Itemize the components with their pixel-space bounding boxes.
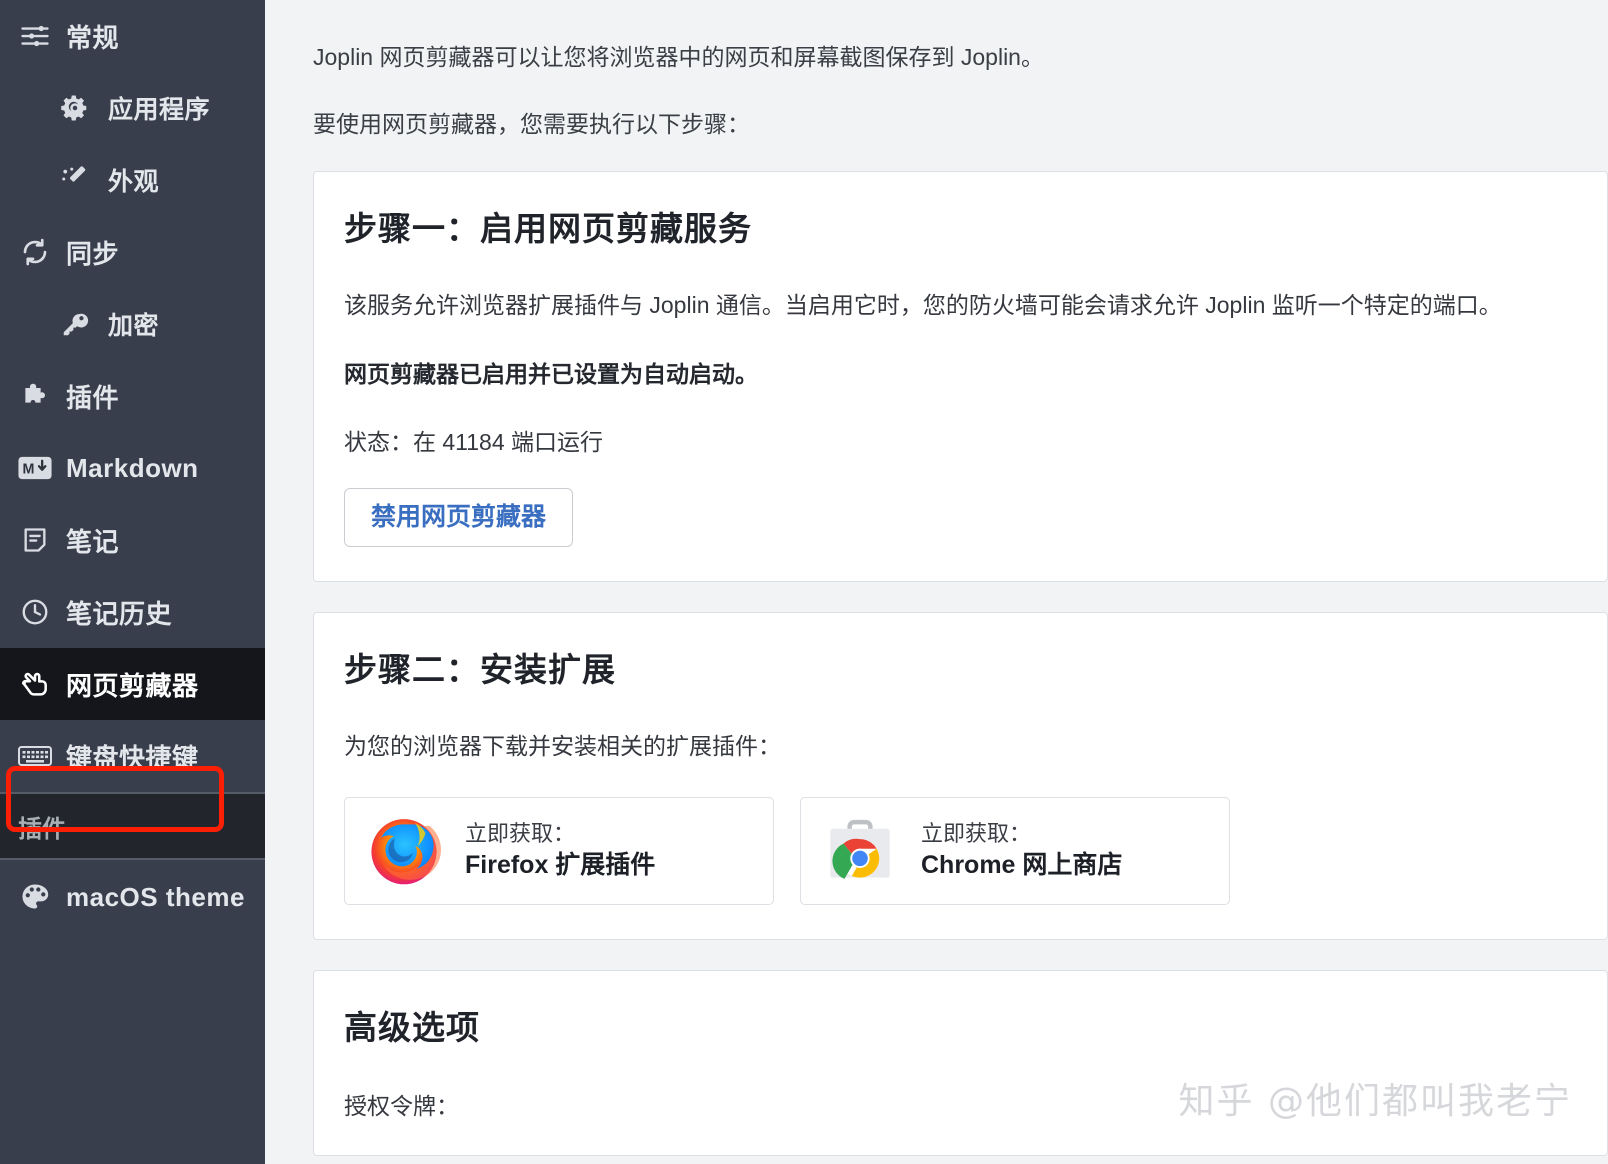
sidebar-item-label: macOS theme xyxy=(66,881,245,912)
settings-window: 常规 应用程序 外观 同步 加密 插件 M Markdown 笔记 笔记历史 网… xyxy=(0,0,1608,1164)
note-icon xyxy=(18,526,52,554)
sidebar-item-label: 插件 xyxy=(66,382,120,413)
step-one-enabled-status: 网页剪藏器已启用并已设置为自动启动。 xyxy=(344,360,758,387)
sidebar-item-label: 加密 xyxy=(108,312,160,340)
firefox-get-label: 立即获取： xyxy=(465,820,576,846)
markdown-icon: M xyxy=(18,455,52,481)
sync-icon xyxy=(18,237,52,267)
intro-paragraph-1: Joplin 网页剪藏器可以让您将浏览器中的网页和屏幕截图保存到 Joplin。 xyxy=(313,44,1044,70)
sidebar-item-note-history[interactable]: 笔记历史 xyxy=(0,576,265,648)
step-one-port-status: 状态：在 41184 端口运行 xyxy=(344,429,604,455)
sidebar-item-web-clipper[interactable]: 网页剪藏器 xyxy=(0,648,265,720)
sidebar-item-application[interactable]: 应用程序 xyxy=(0,72,265,144)
sidebar-item-appearance[interactable]: 外观 xyxy=(0,144,265,216)
sidebar-item-label: 笔记 xyxy=(66,526,120,557)
svg-text:M: M xyxy=(22,461,34,477)
sidebar-item-label: 常规 xyxy=(66,22,120,53)
chrome-card-text: 立即获取： Chrome 网上商店 xyxy=(921,819,1122,884)
sidebar-item-label: 应用程序 xyxy=(108,96,211,124)
gear-icon xyxy=(58,93,92,123)
sidebar-item-label: 外观 xyxy=(108,168,160,196)
firefox-card-text: 立即获取： Firefox 扩展插件 xyxy=(465,819,655,884)
firefox-extension-name: Firefox 扩展插件 xyxy=(465,851,656,880)
firefox-extension-card[interactable]: 立即获取： Firefox 扩展插件 xyxy=(344,797,774,905)
sidebar-item-label: 键盘快捷键 xyxy=(66,742,199,773)
puzzle-icon xyxy=(18,381,52,411)
chrome-extension-name: Chrome 网上商店 xyxy=(921,851,1123,880)
firefox-logo xyxy=(365,812,443,890)
intro-block: Joplin 网页剪藏器可以让您将浏览器中的网页和屏幕截图保存到 Joplin。… xyxy=(313,0,1608,141)
step-two-title: 步骤二：安装扩展 xyxy=(344,650,616,688)
web-clipper-settings-pane: Joplin 网页剪藏器可以让您将浏览器中的网页和屏幕截图保存到 Joplin。… xyxy=(265,0,1608,1164)
disable-web-clipper-button[interactable]: 禁用网页剪藏器 xyxy=(344,487,574,547)
chrome-web-store-card[interactable]: 立即获取： Chrome 网上商店 xyxy=(800,797,1230,905)
intro-paragraph-2: 要使用网页剪藏器，您需要执行以下步骤： xyxy=(313,110,750,137)
sidebar-item-general[interactable]: 常规 xyxy=(0,0,265,72)
sidebar-item-label: 笔记历史 xyxy=(66,598,173,629)
extension-links-row: 立即获取： Firefox 扩展插件 立即获取： Chrome 网上商店 xyxy=(344,797,1577,905)
palette-icon xyxy=(18,881,52,913)
sidebar-item-sync[interactable]: 同步 xyxy=(0,216,265,288)
sidebar-item-encryption[interactable]: 加密 xyxy=(0,288,265,360)
keyboard-icon xyxy=(18,744,52,768)
chrome-web-store-logo xyxy=(821,812,899,890)
advanced-options-title: 高级选项 xyxy=(344,1009,480,1046)
sidebar-item-label: 网页剪藏器 xyxy=(66,670,199,701)
advanced-options-card: 高级选项 授权令牌： xyxy=(313,970,1608,1156)
chrome-get-label: 立即获取： xyxy=(921,820,1032,846)
clock-icon xyxy=(18,597,52,627)
wand-icon xyxy=(58,165,92,195)
settings-sidebar: 常规 应用程序 外观 同步 加密 插件 M Markdown 笔记 笔记历史 网… xyxy=(0,0,265,1164)
sidebar-section-plugins: 插件 xyxy=(0,792,265,860)
step-one-description: 该服务允许浏览器扩展插件与 Joplin 通信。当启用它时，您的防火墙可能会请求… xyxy=(344,292,1502,318)
sidebar-item-keyboard-shortcuts[interactable]: 键盘快捷键 xyxy=(0,720,265,792)
sidebar-item-macos-theme[interactable]: macOS theme xyxy=(0,860,265,934)
sidebar-item-notes[interactable]: 笔记 xyxy=(0,504,265,576)
sidebar-item-label: 同步 xyxy=(66,238,120,269)
sidebar-item-markdown[interactable]: M Markdown xyxy=(0,432,265,504)
sliders-icon xyxy=(18,21,52,51)
step-one-title: 步骤一：启用网页剪藏服务 xyxy=(344,210,752,247)
step-one-card: 步骤一：启用网页剪藏服务 该服务允许浏览器扩展插件与 Joplin 通信。当启用… xyxy=(313,171,1608,582)
sidebar-section-label: 插件 xyxy=(18,815,66,843)
sidebar-item-label: Markdown xyxy=(66,452,199,483)
sidebar-item-plugins[interactable]: 插件 xyxy=(0,360,265,432)
step-two-card: 步骤二：安装扩展 为您的浏览器下载并安装相关的扩展插件： 立即获取： Firef… xyxy=(313,611,1608,940)
watermark: 知乎 @他们都叫我老宁 xyxy=(1178,1081,1572,1122)
clipper-icon xyxy=(18,668,52,700)
key-icon xyxy=(58,309,92,339)
step-two-description: 为您的浏览器下载并安装相关的扩展插件： xyxy=(344,732,781,759)
